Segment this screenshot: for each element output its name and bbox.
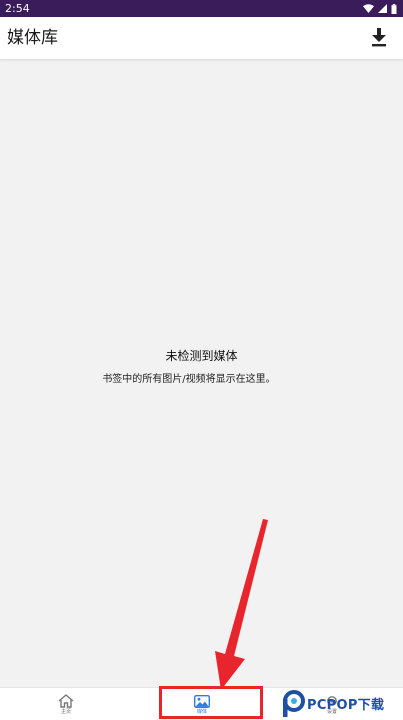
signal-icon	[378, 4, 387, 13]
status-bar: 2:54	[0, 0, 403, 17]
empty-state-description: 书签中的所有图片/视频将显示在这里。	[102, 374, 276, 385]
nav-item-media[interactable]: 媒体	[162, 688, 242, 720]
status-time: 2:54	[5, 2, 30, 15]
nav-item-home[interactable]: 主页	[26, 688, 106, 720]
page-title: 媒体库	[7, 28, 58, 48]
download-button[interactable]	[367, 26, 391, 50]
battery-icon	[391, 3, 397, 14]
image-icon	[194, 694, 210, 708]
home-icon	[58, 694, 74, 708]
nav-label-media: 媒体	[196, 708, 207, 715]
download-icon	[372, 28, 386, 47]
watermark-text: PCPOP下载	[307, 698, 385, 713]
media-content: 未检测到媒体 书签中的所有图片/视频将显示在这里。	[0, 61, 403, 687]
wifi-icon	[363, 4, 374, 13]
watermark: PCPOP下载	[281, 687, 403, 720]
pcpop-logo-icon	[283, 689, 305, 717]
empty-state-title: 未检测到媒体	[165, 349, 238, 363]
app-bar: 媒体库	[0, 17, 403, 60]
status-icons	[363, 3, 397, 14]
nav-label-home: 主页	[60, 709, 71, 715]
